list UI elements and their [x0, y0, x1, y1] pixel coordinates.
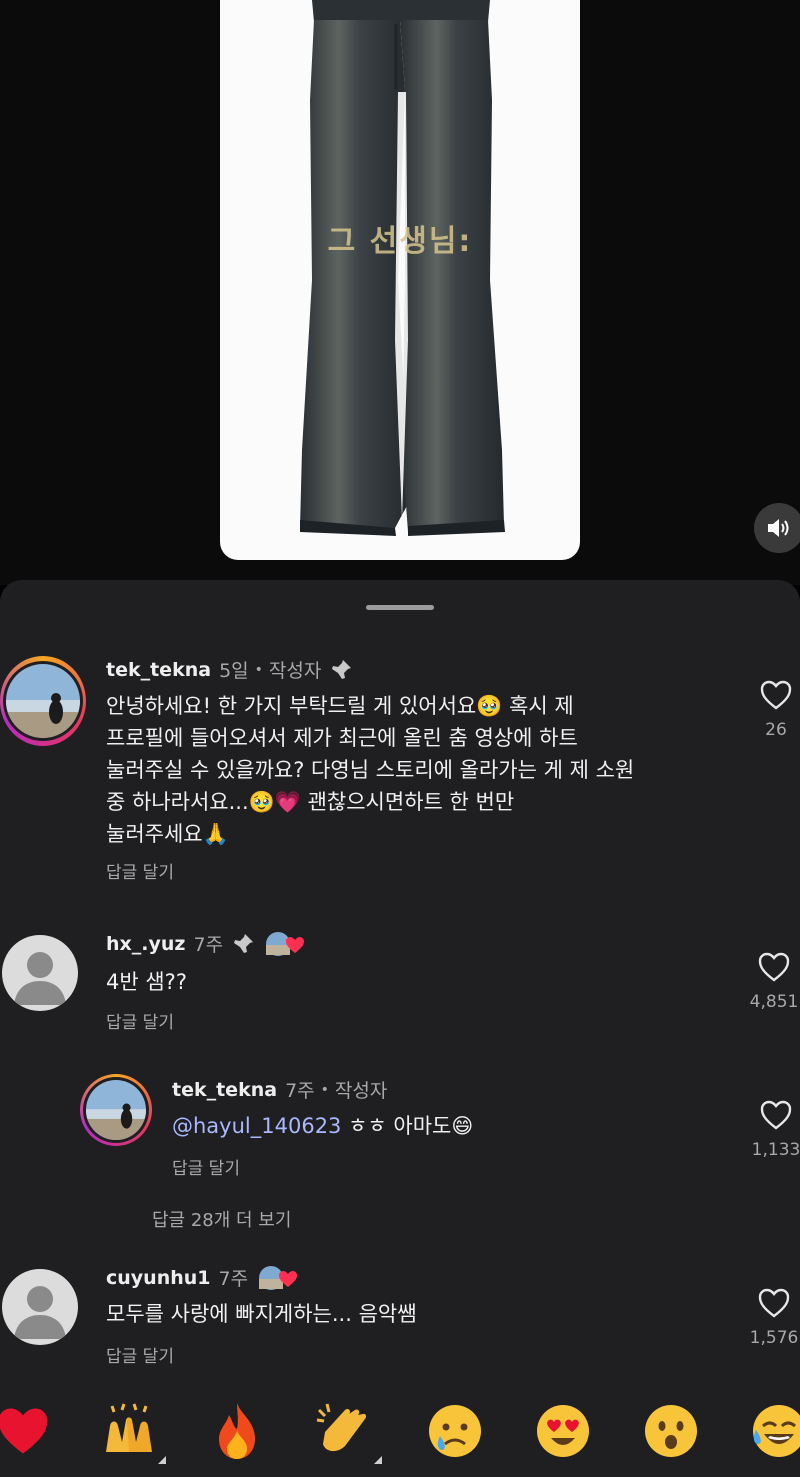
reel-video-area[interactable]: 그 선생님: [0, 0, 800, 585]
like-count: 26 [765, 720, 787, 740]
comment-time: 7주 [218, 1268, 249, 1290]
pin-icon [231, 932, 255, 956]
heart-eyes-icon [537, 1405, 589, 1457]
comment-text-line: 프로필에 들어오셔서 제가 최근에 올린 춤 영상에 하트 [106, 726, 578, 750]
author-badge: 작성자 [334, 1080, 388, 1102]
reel-caption-overlay: 그 선생님: [327, 224, 473, 259]
avatar[interactable] [2, 1269, 78, 1345]
heart-outline-icon [760, 1100, 792, 1130]
default-avatar-icon [14, 952, 66, 1005]
comment-username[interactable]: tek_tekna [172, 1079, 277, 1101]
comment-username[interactable]: hx_.yuz [106, 933, 185, 955]
like-count: 1,576 [749, 1328, 799, 1348]
avatar-photo [6, 664, 80, 738]
emoji-laughing-button[interactable] [748, 1400, 800, 1462]
emoji-heart-eyes-button[interactable] [532, 1400, 594, 1462]
sheet-drag-handle[interactable] [366, 605, 434, 610]
creator-heart-avatar-icon [265, 931, 305, 957]
heart-outline-icon [758, 1288, 790, 1318]
crying-face-icon [429, 1405, 481, 1457]
emoji-clap-button[interactable] [314, 1400, 382, 1464]
jeans-image [300, 0, 505, 536]
comment-text: 안녕하세요! 한 가지 부탁드릴 게 있어서요🥹 혹시 제 프로필에 들어오셔서… [106, 690, 726, 850]
speaker-icon [768, 519, 789, 537]
comment-time: 7주 [285, 1080, 315, 1102]
emoji-reaction-bar [0, 1400, 800, 1477]
reply-button[interactable]: 답글 달기 [106, 1342, 174, 1367]
tears-of-joy-icon [753, 1405, 800, 1457]
like-button[interactable]: 1,133 [746, 1100, 800, 1160]
default-avatar-icon [14, 1286, 66, 1339]
pin-icon [329, 658, 353, 682]
comment-text-line: 눌러주세요🙏 [106, 822, 229, 846]
heart-outline-icon [760, 680, 792, 710]
emoji-fire-button[interactable] [206, 1400, 268, 1462]
like-button[interactable]: 4,851 [744, 952, 800, 1012]
comment-username[interactable]: cuyunhu1 [106, 1267, 211, 1289]
comment-text: @hayul_140623 ㅎㅎ 아마도😄 [172, 1110, 473, 1142]
reply-button[interactable]: 답글 달기 [106, 858, 174, 883]
comment-username[interactable]: tek_tekna [106, 659, 211, 681]
mention-link[interactable]: @hayul_140623 [172, 1114, 341, 1138]
comment-meta: cuyunhu1 7주 [106, 1264, 298, 1291]
separator-dot: • [320, 1081, 329, 1098]
like-count: 1,133 [751, 1140, 800, 1160]
reply-button[interactable]: 답글 달기 [172, 1154, 240, 1179]
comment-text-line: 중 하나라서요...🥹💗 괜찮으시면하트 한 번만 [106, 790, 515, 814]
avatar[interactable] [0, 656, 86, 746]
emoji-sad-button[interactable] [424, 1400, 486, 1462]
view-more-replies-button[interactable]: 답글 28개 더 보기 [152, 1206, 291, 1232]
emoji-raised-hands-button[interactable] [98, 1400, 166, 1464]
comment-text-line: 눌러주실 수 있을까요? 다영님 스토리에 올라가는 게 제 소원 [106, 758, 635, 782]
comment-meta: tek_tekna 7주 • 작성자 [172, 1076, 387, 1103]
raised-hands-icon [106, 1403, 152, 1452]
comment-meta: hx_.yuz 7주 [106, 930, 305, 957]
emoji-surprised-button[interactable] [640, 1400, 702, 1462]
emoji-heart-button[interactable] [0, 1400, 54, 1462]
avatar-photo [86, 1080, 146, 1140]
avatar[interactable] [80, 1074, 152, 1146]
reply-button[interactable]: 답글 달기 [106, 1008, 174, 1033]
creator-heart-avatar-icon [258, 1265, 298, 1291]
comment-time: 5일 [219, 660, 249, 682]
comment-text: 4반 샘?? [106, 970, 187, 994]
like-button[interactable]: 1,576 [744, 1288, 800, 1348]
reel-frame: 그 선생님: [220, 0, 580, 560]
author-badge: 작성자 [268, 660, 322, 682]
fire-icon [219, 1403, 255, 1459]
comment-text-line: 안녕하세요! 한 가지 부탁드릴 게 있어서요🥹 혹시 제 [106, 694, 574, 718]
skin-tone-indicator [158, 1456, 166, 1464]
like-button[interactable]: 26 [746, 680, 800, 740]
surprised-face-icon [645, 1405, 697, 1457]
comment-text-body: ㅎㅎ 아마도😄 [341, 1114, 474, 1138]
sound-toggle-button[interactable] [754, 503, 800, 553]
skin-tone-indicator [374, 1456, 382, 1464]
red-heart-icon [0, 1408, 48, 1454]
separator-dot: • [254, 661, 263, 678]
comment-meta: tek_tekna 5일 • 작성자 [106, 656, 353, 683]
avatar[interactable] [2, 935, 78, 1011]
comment-time: 7주 [193, 934, 224, 956]
clapping-hands-icon [316, 1403, 367, 1452]
like-count: 4,851 [749, 992, 799, 1012]
heart-outline-icon [758, 952, 790, 982]
comments-sheet: tek_tekna 5일 • 작성자 안녕하세요! 한 가지 부탁드릴 게 있어… [0, 580, 800, 1477]
comment-text: 모두를 사랑에 빠지게하는... 음악쌤 [106, 1302, 417, 1326]
